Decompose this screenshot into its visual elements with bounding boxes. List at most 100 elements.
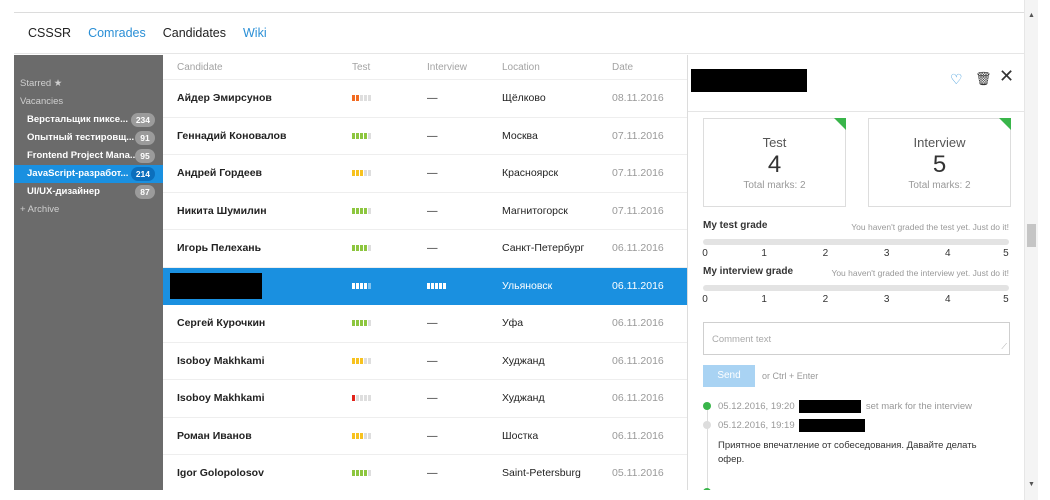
- scale-tick[interactable]: 0: [702, 248, 708, 259]
- test-score-bars: [352, 432, 371, 439]
- page-scrollbar[interactable]: ▲ ▼: [1024, 0, 1038, 500]
- scale-tick[interactable]: 5: [1003, 248, 1009, 259]
- test-score-bars: [352, 170, 371, 177]
- table-row[interactable]: Геннадий Коновалов — Москва 07.11.2016: [163, 118, 687, 155]
- archive-link[interactable]: + Archive: [14, 201, 163, 219]
- column-header-interview[interactable]: Interview: [427, 62, 467, 73]
- table-row[interactable]: Isoboy Makhkami — Худжанд 06.11.2016: [163, 380, 687, 418]
- scroll-down-arrow-icon[interactable]: ▼: [1028, 481, 1035, 488]
- candidate-location: Москва: [502, 129, 538, 142]
- heart-icon[interactable]: ♡: [950, 71, 963, 88]
- score-bar-segment: [356, 170, 359, 177]
- redaction-block: [170, 272, 262, 299]
- scale-tick[interactable]: 3: [884, 294, 890, 305]
- test-grade-slider[interactable]: [703, 239, 1009, 245]
- brand-link[interactable]: CSSSR: [28, 26, 71, 40]
- column-header-test[interactable]: Test: [352, 62, 370, 73]
- application-date: 06.11.2016: [612, 242, 664, 255]
- column-header-date[interactable]: Date: [612, 62, 633, 73]
- app-window: CSSSR Comrades Candidates Wiki Starred ★…: [0, 0, 1050, 500]
- nav-wiki[interactable]: Wiki: [243, 26, 267, 40]
- column-header-location[interactable]: Location: [502, 62, 540, 73]
- scale-tick[interactable]: 4: [945, 294, 951, 305]
- table-row[interactable]: Никита Шумилин — Магнитогорск 07.11.2016: [163, 193, 687, 230]
- sidebar-item-vacancy[interactable]: Верстальщик пиксе... 234: [14, 111, 163, 129]
- scale-tick[interactable]: 3: [884, 248, 890, 259]
- score-bar-segment: [356, 95, 359, 102]
- timeline-entry: 05.12.2016, 19:19: [718, 419, 866, 432]
- candidate-name: Айдер Эмирсунов: [177, 92, 272, 105]
- interview-grade-label: My interview grade: [703, 266, 794, 277]
- candidate-name: Андрей Гордеев: [177, 167, 263, 180]
- scroll-thumb[interactable]: [1027, 224, 1036, 247]
- test-score-card: Test 4 Total marks: 2: [703, 118, 846, 207]
- interview-score: —: [427, 392, 438, 405]
- resize-handle-icon[interactable]: ⟋: [1001, 342, 1007, 352]
- application-date: 06.11.2016: [612, 392, 664, 405]
- scale-tick[interactable]: 1: [761, 248, 767, 259]
- trash-icon[interactable]: 🗑: [975, 71, 992, 87]
- interview-score: —: [427, 129, 438, 142]
- score-bar-segment: [352, 432, 355, 439]
- test-score-bars: [352, 95, 371, 102]
- scroll-up-arrow-icon[interactable]: ▲: [1028, 12, 1035, 19]
- sidebar-item-vacancy-active[interactable]: JavaScript-разработ... 214: [14, 165, 163, 183]
- send-button[interactable]: Send: [703, 365, 755, 387]
- vacancies-heading: Vacancies: [20, 96, 64, 107]
- comment-textarea[interactable]: Comment text ⟋: [703, 322, 1010, 355]
- scale-tick[interactable]: 2: [823, 294, 829, 305]
- interview-score: —: [427, 429, 438, 442]
- scale-tick[interactable]: 5: [1003, 294, 1009, 305]
- sidebar-item-vacancy[interactable]: UI/UX-дизайнер 87: [14, 183, 163, 201]
- candidate-name: Роман Иванов: [177, 429, 252, 442]
- timeline-dot-icon: [703, 402, 711, 410]
- table-row[interactable]: Igor Golopolosov — Saint-Petersburg 05.11.2…: [163, 455, 687, 490]
- score-bar-segment: [431, 282, 434, 289]
- score-bar-segment: [360, 320, 363, 327]
- table-row[interactable]: Роман Иванов — Шостка 06.11.2016: [163, 418, 687, 455]
- nav-comrades[interactable]: Comrades: [88, 26, 146, 40]
- scale-tick[interactable]: 2: [823, 248, 829, 259]
- scale-tick[interactable]: 0: [702, 294, 708, 305]
- sidebar-item-vacancy[interactable]: Frontend Project Mana... 95: [14, 147, 163, 165]
- candidate-location: Уфа: [502, 317, 524, 330]
- sidebar-item-vacancy[interactable]: Опытный тестировщ... 91: [14, 129, 163, 147]
- interview-score-bars: [427, 282, 446, 289]
- candidate-location: Saint-Petersburg: [502, 467, 581, 480]
- nav-candidates[interactable]: Candidates: [163, 26, 226, 40]
- test-score-bars: [352, 282, 371, 289]
- candidates-table: Candidate Test Interview Location Date А…: [163, 55, 687, 490]
- table-row[interactable]: Isoboy Makhkami — Худжанд 06.11.2016: [163, 343, 687, 380]
- count-badge: 91: [135, 131, 155, 145]
- score-bar-segment: [364, 95, 367, 102]
- sidebar-item-label: JavaScript-разработ...: [27, 168, 129, 179]
- interview-score-card: Interview 5 Total marks: 2: [868, 118, 1011, 207]
- table-row[interactable]: Айдер Эмирсунов — Щёлково 08.11.2016: [163, 80, 687, 118]
- score-bar-segment: [360, 95, 363, 102]
- scale-tick[interactable]: 1: [761, 294, 767, 305]
- close-icon[interactable]: ✕: [999, 66, 1014, 87]
- score-bar-segment: [360, 357, 363, 364]
- starred-link[interactable]: Starred ★: [14, 75, 163, 93]
- card-title: Test: [762, 135, 787, 150]
- score-bar-segment: [439, 282, 442, 289]
- scale-tick[interactable]: 4: [945, 248, 951, 259]
- score-bar-segment: [356, 245, 359, 252]
- table-row[interactable]: Игорь Пелехань — Санкт-Петербург 06.11.2016: [163, 230, 687, 268]
- redacted-author: [799, 400, 862, 413]
- score-bar-segment: [364, 320, 367, 327]
- score-bar-segment: [352, 320, 355, 327]
- timeline-comment: Приятное впечатление от собеседования. Д…: [718, 440, 977, 465]
- candidate-location: Магнитогорск: [502, 204, 568, 217]
- application-date: 06.11.2016: [612, 429, 664, 442]
- table-row[interactable]: Андрей Гордеев — Красноярск 07.11.2016: [163, 155, 687, 193]
- score-bar-segment: [360, 207, 363, 214]
- score-bar-segment: [368, 95, 371, 102]
- table-row-selected[interactable]: Ульяновск 06.11.2016: [163, 267, 687, 305]
- table-row[interactable]: Сергей Курочкин — Уфа 06.11.2016: [163, 305, 687, 343]
- column-header-candidate[interactable]: Candidate: [177, 62, 223, 73]
- score-bar-segment: [356, 470, 359, 477]
- interview-score: —: [427, 167, 438, 180]
- comment-placeholder: Comment text: [712, 334, 772, 345]
- interview-grade-slider[interactable]: [703, 285, 1009, 291]
